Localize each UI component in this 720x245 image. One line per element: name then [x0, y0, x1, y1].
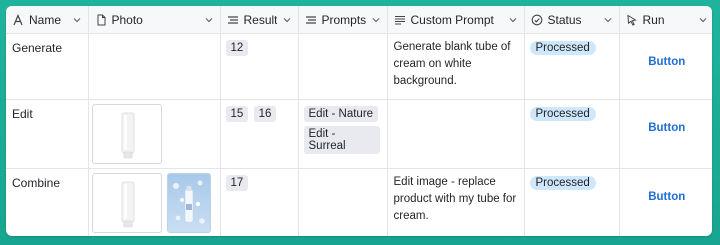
data-grid: Name Photo Result Prompts Custom Prompt … — [6, 6, 712, 236]
custom-prompt-text: Generate blank tube of cream on white ba… — [393, 41, 511, 87]
prompts-cell[interactable] — [298, 33, 388, 100]
column-header-label: Name — [29, 12, 62, 27]
column-header-label: Status — [547, 12, 582, 27]
column-header-label: Results — [243, 12, 277, 27]
chevron-down-icon[interactable] — [371, 15, 381, 25]
chevron-down-icon[interactable] — [72, 15, 82, 25]
result-tag[interactable]: 15 — [225, 106, 249, 122]
custom-prompt-cell[interactable]: Edit image - replace product with my tub… — [387, 168, 525, 236]
column-header-photo[interactable]: Photo — [88, 6, 221, 34]
result-tag[interactable]: 16 — [253, 106, 277, 122]
custom-prompt-cell[interactable] — [387, 99, 525, 169]
record-name: Combine — [12, 176, 61, 190]
run-button[interactable]: Button — [620, 56, 713, 68]
results-cell[interactable]: 15 16 — [220, 99, 299, 169]
prompts-cell[interactable] — [298, 168, 388, 236]
status-badge: Processed — [529, 41, 596, 55]
column-header-name[interactable]: Name — [6, 6, 89, 34]
chevron-down-icon[interactable] — [204, 15, 214, 25]
table-row[interactable]: Edit 15 16 Edit - Nature Edit - Surreal … — [6, 99, 713, 169]
text-icon — [12, 13, 24, 26]
run-button[interactable]: Button — [620, 191, 713, 203]
record-name: Generate — [12, 41, 63, 55]
photo-thumbnail[interactable] — [166, 173, 211, 233]
column-header-label: Prompts — [321, 12, 366, 27]
results-cell[interactable]: 17 — [220, 168, 299, 236]
run-cell: Button — [619, 168, 713, 236]
custom-prompt-text — [388, 100, 524, 110]
custom-prompt-text: Edit image - replace product with my tub… — [393, 176, 517, 222]
status-badge: Processed — [529, 176, 596, 190]
chevron-down-icon[interactable] — [508, 15, 518, 25]
list-icon — [227, 14, 239, 26]
photo-thumbnail[interactable] — [91, 173, 162, 233]
paragraph-icon — [394, 14, 406, 26]
record-name: Edit — [12, 107, 33, 121]
list-icon — [305, 14, 317, 26]
run-cell: Button — [619, 33, 713, 100]
column-header-prompts[interactable]: Prompts — [298, 6, 388, 34]
chevron-down-icon[interactable] — [282, 15, 292, 25]
result-tag[interactable]: 12 — [225, 40, 249, 56]
surreal-bottle-image — [172, 180, 205, 224]
prompts-cell[interactable]: Edit - Nature Edit - Surreal — [298, 99, 388, 169]
photo-cell[interactable] — [88, 99, 221, 169]
prompt-tag[interactable]: Edit - Nature — [303, 106, 379, 122]
status-cell[interactable]: Processed — [524, 168, 620, 236]
status-badge: Processed — [529, 107, 596, 121]
custom-prompt-cell[interactable]: Generate blank tube of cream on white ba… — [387, 33, 525, 100]
results-cell[interactable]: 12 — [220, 33, 299, 100]
run-button[interactable]: Button — [620, 122, 713, 134]
result-tag[interactable]: 17 — [225, 175, 249, 191]
photo-cell[interactable] — [88, 168, 221, 236]
header-row: Name Photo Result Prompts Custom Prompt … — [6, 6, 712, 34]
column-header-results[interactable]: Results — [220, 6, 299, 34]
column-header-label: Run — [642, 12, 665, 27]
cream-tube-image — [121, 112, 134, 159]
column-header-status[interactable]: Status — [524, 6, 620, 34]
status-cell[interactable]: Processed — [524, 99, 620, 169]
cream-tube-image — [121, 181, 134, 228]
table-frame: Name Photo Result Prompts Custom Prompt … — [6, 6, 712, 236]
column-header-run[interactable]: Run — [619, 6, 712, 34]
document-icon — [95, 14, 107, 26]
name-cell[interactable]: Edit — [6, 99, 89, 169]
photo-thumbnail[interactable] — [91, 104, 162, 164]
column-header-label: Photo — [111, 12, 143, 27]
cursor-icon — [626, 14, 638, 26]
status-circle-icon — [531, 14, 543, 26]
photo-cell[interactable] — [88, 33, 221, 100]
prompt-tag[interactable]: Edit - Surreal — [303, 126, 380, 154]
chevron-down-icon[interactable] — [603, 15, 613, 25]
chevron-down-icon[interactable] — [698, 15, 708, 25]
column-header-custom-prompt[interactable]: Custom Prompt — [387, 6, 525, 34]
column-header-label: Custom Prompt — [410, 12, 494, 27]
table-row[interactable]: Combine 17 Edit image - replace product … — [6, 168, 713, 236]
status-cell[interactable]: Processed — [524, 33, 620, 100]
table-row[interactable]: Generate 12 Generate blank tube of cream… — [6, 33, 713, 100]
name-cell[interactable]: Combine — [6, 168, 89, 236]
name-cell[interactable]: Generate — [6, 33, 89, 100]
run-cell: Button — [619, 99, 713, 169]
